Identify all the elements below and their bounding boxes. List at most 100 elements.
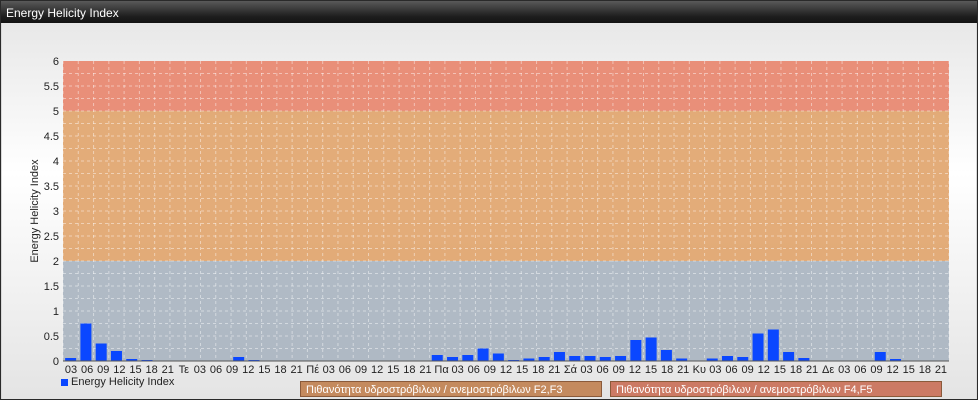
x-tick-label: 03 (323, 364, 335, 376)
y-tick-label: 1 (53, 306, 59, 318)
y-tick-label: 5 (53, 106, 59, 118)
x-tick-label: 06 (468, 364, 480, 376)
chart-window: Energy Helicity Index 0 0.5 1 1.5 2 2.5 3 3.5 4 4… (0, 0, 978, 400)
legend: Energy Helicity Index (61, 376, 174, 388)
y-axis-label: Energy Helicity Index (29, 159, 41, 263)
band-label-f4-f5: Πιθανότητα υδροστρόβιλων / ανεμοστρόβιλω… (610, 381, 942, 397)
x-tick-label: 03 (194, 364, 206, 376)
x-tick-label: 03 (65, 364, 77, 376)
x-tick-label: 09 (870, 364, 882, 376)
band-label-f2-f3: Πιθανότητα υδροστρόβιλων / ανεμοστρόβιλω… (300, 381, 602, 397)
x-tick-label: 12 (113, 364, 125, 376)
x-tick-label: 12 (629, 364, 641, 376)
x-tick-label: 12 (500, 364, 512, 376)
x-tick-label: 15 (387, 364, 399, 376)
bar (615, 356, 627, 361)
bar (645, 337, 657, 361)
bar (233, 357, 245, 361)
x-tick-label: 18 (145, 364, 157, 376)
x-tick-label: 12 (758, 364, 770, 376)
x-tick-label: 09 (484, 364, 496, 376)
x-tick-label: 06 (597, 364, 609, 376)
legend-swatch (61, 378, 68, 386)
x-tick-label: 09 (355, 364, 367, 376)
x-tick-label: 09 (97, 364, 109, 376)
bar (553, 352, 565, 361)
x-tick-label: 06 (339, 364, 351, 376)
x-tick-label: 15 (516, 364, 528, 376)
bar (431, 355, 443, 361)
bar (447, 357, 459, 361)
legend-series-label: Energy Helicity Index (71, 376, 175, 388)
y-tick-label: 2.5 (44, 231, 59, 243)
bar (874, 352, 886, 361)
bar (722, 356, 733, 361)
x-tick-label: 09 (613, 364, 625, 376)
x-tick-label: 03 (580, 364, 592, 376)
x-tick-label: 03 (709, 364, 721, 376)
y-tick-label: 0 (53, 356, 59, 368)
x-tick-label: 06 (854, 364, 866, 376)
x-tick-label: 12 (242, 364, 254, 376)
x-tick-label: 09 (226, 364, 238, 376)
bar (767, 329, 779, 361)
y-tick-label: 3.5 (44, 181, 59, 193)
x-tick-label: 18 (532, 364, 544, 376)
x-tick-label: Δε (822, 364, 834, 376)
bar (569, 356, 581, 361)
y-tick-label: 6 (53, 56, 59, 68)
bar (477, 348, 489, 361)
x-tick-label: Πέ (306, 364, 319, 376)
x-tick-label: 09 (742, 364, 754, 376)
bar (660, 350, 672, 361)
y-tick-label: 5.5 (44, 81, 59, 93)
bar (538, 357, 550, 361)
x-tick-label: 03 (838, 364, 850, 376)
x-tick-label: 15 (645, 364, 657, 376)
x-tick-label: Τε (179, 364, 190, 376)
bar (492, 353, 504, 361)
x-tick-label: 15 (774, 364, 786, 376)
x-tick-label: 15 (129, 364, 141, 376)
x-tick-label: 18 (274, 364, 286, 376)
bar (737, 357, 749, 361)
x-tick-label: Πα (434, 364, 449, 376)
x-tick-label: 21 (677, 364, 689, 376)
bar (752, 333, 764, 361)
x-tick-label: 15 (903, 364, 915, 376)
x-tick-label: 18 (919, 364, 931, 376)
y-tick-label: 4.5 (44, 131, 59, 143)
bar (584, 356, 596, 361)
x-tick-label: 15 (258, 364, 270, 376)
bar (462, 355, 474, 361)
x-tick-label: 21 (935, 364, 947, 376)
x-tick-label: 21 (548, 364, 560, 376)
y-tick-label: 3 (53, 206, 59, 218)
y-tick-label: 2 (53, 256, 59, 268)
chart-svg: 0 0.5 1 1.5 2 2.5 3 3.5 4 4.5 5 5.5 6 Energy Helicity… (29, 56, 950, 376)
x-tick-label: 06 (725, 364, 737, 376)
bar (599, 357, 611, 361)
x-tick-label: 18 (661, 364, 673, 376)
x-tick-label: 18 (403, 364, 415, 376)
bar (80, 323, 92, 361)
x-tick-label: 21 (162, 364, 174, 376)
x-tick-label: Κυ (693, 364, 706, 376)
y-tick-label: 0.5 (44, 331, 59, 343)
x-tick-label: 21 (806, 364, 818, 376)
bar (110, 351, 122, 361)
x-tick-label: 03 (452, 364, 464, 376)
x-tick-label: 06 (81, 364, 93, 376)
x-tick-label: 21 (290, 364, 302, 376)
y-tick-label: 4 (53, 156, 59, 168)
bar (95, 343, 107, 361)
x-tick-label: 12 (886, 364, 898, 376)
bar (630, 340, 642, 361)
x-tick-label: 06 (210, 364, 222, 376)
y-tick-label: 1.5 (44, 281, 59, 293)
x-tick-label: Σά (564, 364, 578, 376)
x-tick-label: 18 (790, 364, 802, 376)
x-tick-label: 12 (371, 364, 383, 376)
bar (783, 352, 795, 361)
x-tick-label: 21 (419, 364, 431, 376)
